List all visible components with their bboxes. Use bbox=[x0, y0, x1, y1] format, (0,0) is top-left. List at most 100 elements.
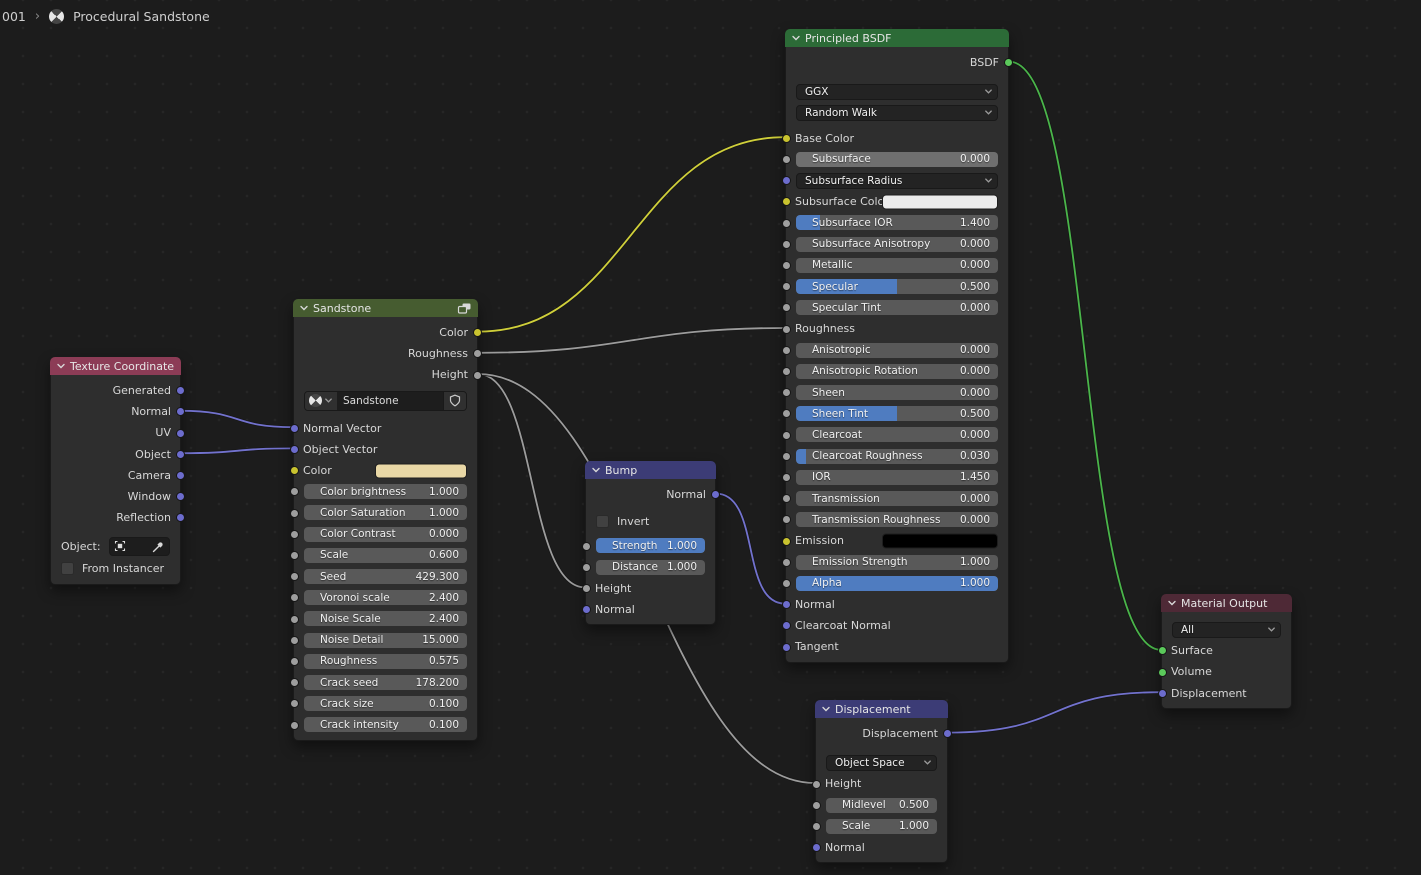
socket-roughness-in[interactable] bbox=[781, 324, 791, 334]
slider-crack-size[interactable]: Crack size 0.100 bbox=[304, 696, 467, 712]
socket-uv-out[interactable] bbox=[175, 428, 185, 438]
slider-seed[interactable]: Seed 429.300 bbox=[304, 569, 467, 585]
socket-height-in[interactable] bbox=[581, 583, 591, 593]
color-swatch-emission[interactable] bbox=[882, 533, 998, 549]
slider-subsurface-anisotropy[interactable]: Subsurface Anisotropy 0.000 bbox=[796, 236, 998, 252]
slider-row-sheen-tint[interactable]: Sheen Tint 0.500 bbox=[786, 403, 1008, 424]
node-header-output[interactable]: Material Output bbox=[1161, 594, 1292, 612]
node-principled[interactable]: Principled BSDF BSDF GGX Random Walk Base Co… bbox=[781, 29, 1013, 663]
dropdown-row-all[interactable]: All bbox=[1162, 619, 1291, 640]
objectfield-row-object[interactable]: Object: bbox=[51, 534, 180, 558]
slider-row-alpha[interactable]: Alpha 1.000 bbox=[786, 573, 1008, 594]
dropdown-row-subsurface-radius[interactable]: Subsurface Radius bbox=[786, 170, 1008, 191]
slider-row-sheen[interactable]: Sheen 0.000 bbox=[786, 382, 1008, 403]
slider-row-crack-seed[interactable]: Crack seed 178.200 bbox=[294, 672, 477, 693]
slider-anisotropic[interactable]: Anisotropic 0.000 bbox=[796, 342, 998, 358]
socket-noise-scale-in[interactable] bbox=[289, 614, 299, 624]
slider-row-crack-size[interactable]: Crack size 0.100 bbox=[294, 693, 477, 714]
socket-clearcoat-in[interactable] bbox=[781, 430, 791, 440]
slider-row-subsurface-ior[interactable]: Subsurface IOR 1.400 bbox=[786, 212, 1008, 233]
socket-clearcoat-normal-in[interactable] bbox=[781, 621, 791, 631]
slider-subsurface-ior[interactable]: Subsurface IOR 1.400 bbox=[796, 215, 998, 231]
slider-specular-tint[interactable]: Specular Tint 0.000 bbox=[796, 300, 998, 316]
socket-seed-in[interactable] bbox=[289, 572, 299, 582]
slider-row-specular-tint[interactable]: Specular Tint 0.000 bbox=[786, 297, 1008, 318]
slider-row-voronoi-scale[interactable]: Voronoi scale 2.400 bbox=[294, 587, 477, 608]
checkbox-invert[interactable] bbox=[596, 515, 609, 529]
slider-row-anisotropic-rotation[interactable]: Anisotropic Rotation 0.000 bbox=[786, 361, 1008, 382]
slider-row-scale[interactable]: Scale 1.000 bbox=[816, 816, 947, 837]
slider-color-brightness[interactable]: Color brightness 1.000 bbox=[304, 484, 467, 500]
socket-normal-out[interactable] bbox=[175, 407, 185, 417]
socket-subsurface-colo-in[interactable] bbox=[781, 197, 791, 207]
dropdown-row-random-walk[interactable]: Random Walk bbox=[786, 102, 1008, 123]
slider-row-midlevel[interactable]: Midlevel 0.500 bbox=[816, 795, 947, 816]
socket-surface-in[interactable] bbox=[1157, 646, 1167, 656]
slider-row-subsurface-anisotropy[interactable]: Subsurface Anisotropy 0.000 bbox=[786, 234, 1008, 255]
slider-crack-seed[interactable]: Crack seed 178.200 bbox=[304, 675, 467, 691]
socket-color-brightness-in[interactable] bbox=[289, 487, 299, 497]
dropdown-all[interactable]: All bbox=[1172, 621, 1281, 638]
slider-alpha[interactable]: Alpha 1.000 bbox=[796, 575, 998, 591]
slider-row-noise-scale[interactable]: Noise Scale 2.400 bbox=[294, 608, 477, 629]
slider-roughness[interactable]: Roughness 0.575 bbox=[304, 653, 467, 669]
slider-row-seed[interactable]: Seed 429.300 bbox=[294, 566, 477, 587]
colorfield-row-color[interactable]: Color bbox=[294, 460, 477, 481]
slider-distance[interactable]: Distance 1.000 bbox=[596, 559, 705, 575]
slider-row-clearcoat[interactable]: Clearcoat 0.000 bbox=[786, 424, 1008, 445]
socket-normal-in[interactable] bbox=[581, 605, 591, 615]
socket-specular-tint-in[interactable] bbox=[781, 303, 791, 313]
socket-alpha-in[interactable] bbox=[781, 578, 791, 588]
socket-bsdf-out[interactable] bbox=[1003, 58, 1013, 68]
socket-generated-out[interactable] bbox=[175, 386, 185, 396]
node-header-texcoord[interactable]: Texture Coordinate bbox=[50, 357, 181, 375]
dropdown-random-walk[interactable]: Random Walk bbox=[796, 104, 998, 121]
socket-roughness-out[interactable] bbox=[472, 349, 482, 359]
chevron-down-icon[interactable] bbox=[821, 704, 831, 714]
slider-noise-scale[interactable]: Noise Scale 2.400 bbox=[304, 611, 467, 627]
socket-normal-vector-in[interactable] bbox=[289, 423, 299, 433]
slider-clearcoat[interactable]: Clearcoat 0.000 bbox=[796, 427, 998, 443]
slider-emission-strength[interactable]: Emission Strength 1.000 bbox=[796, 554, 998, 570]
slider-scale[interactable]: Scale 1.000 bbox=[826, 818, 937, 834]
slider-sheen[interactable]: Sheen 0.000 bbox=[796, 385, 998, 401]
checkbox-from-instancer[interactable] bbox=[61, 562, 74, 576]
slider-anisotropic-rotation[interactable]: Anisotropic Rotation 0.000 bbox=[796, 363, 998, 379]
socket-crack-intensity-in[interactable] bbox=[289, 720, 299, 730]
socket-displacement-out[interactable] bbox=[942, 729, 952, 739]
socket-color-saturation-in[interactable] bbox=[289, 508, 299, 518]
slider-row-subsurface[interactable]: Subsurface 0.000 bbox=[786, 149, 1008, 170]
slider-row-roughness[interactable]: Roughness 0.575 bbox=[294, 651, 477, 672]
socket-transmission-roughness-in[interactable] bbox=[781, 515, 791, 525]
socket-anisotropic-rotation-in[interactable] bbox=[781, 366, 791, 376]
socket-window-out[interactable] bbox=[175, 492, 185, 502]
slider-row-scale[interactable]: Scale 0.600 bbox=[294, 545, 477, 566]
socket-transmission-in[interactable] bbox=[781, 494, 791, 504]
slider-row-color-contrast[interactable]: Color Contrast 0.000 bbox=[294, 524, 477, 545]
socket-clearcoat-roughness-in[interactable] bbox=[781, 451, 791, 461]
slider-specular[interactable]: Specular 0.500 bbox=[796, 279, 998, 295]
slider-row-emission-strength[interactable]: Emission Strength 1.000 bbox=[786, 552, 1008, 573]
slider-voronoi-scale[interactable]: Voronoi scale 2.400 bbox=[304, 590, 467, 606]
slider-subsurface[interactable]: Subsurface 0.000 bbox=[796, 151, 998, 167]
slider-strength[interactable]: Strength 1.000 bbox=[596, 538, 705, 554]
slider-row-strength[interactable]: Strength 1.000 bbox=[586, 535, 715, 556]
node-header-bump[interactable]: Bump bbox=[585, 461, 716, 479]
socket-metallic-in[interactable] bbox=[781, 260, 791, 270]
checkbox-row-invert[interactable]: Invert bbox=[586, 511, 715, 532]
socket-volume-in[interactable] bbox=[1157, 667, 1167, 677]
socket-height-out[interactable] bbox=[472, 370, 482, 380]
socket-subsurface-ior-in[interactable] bbox=[781, 218, 791, 228]
datablock-row-sandstone[interactable]: Sandstone bbox=[294, 388, 477, 414]
color-swatch-subsurface-colo[interactable] bbox=[882, 194, 998, 210]
socket-sheen-in[interactable] bbox=[781, 388, 791, 398]
datablock-browse-button[interactable] bbox=[305, 391, 337, 410]
socket-crack-seed-in[interactable] bbox=[289, 678, 299, 688]
chevron-down-icon[interactable] bbox=[56, 361, 66, 371]
socket-subsurface-in[interactable] bbox=[781, 154, 791, 164]
socket-height-in[interactable] bbox=[811, 779, 821, 789]
color-swatch-color[interactable] bbox=[375, 463, 467, 479]
slider-row-specular[interactable]: Specular 0.500 bbox=[786, 276, 1008, 297]
socket-tangent-in[interactable] bbox=[781, 642, 791, 652]
slider-transmission[interactable]: Transmission 0.000 bbox=[796, 491, 998, 507]
